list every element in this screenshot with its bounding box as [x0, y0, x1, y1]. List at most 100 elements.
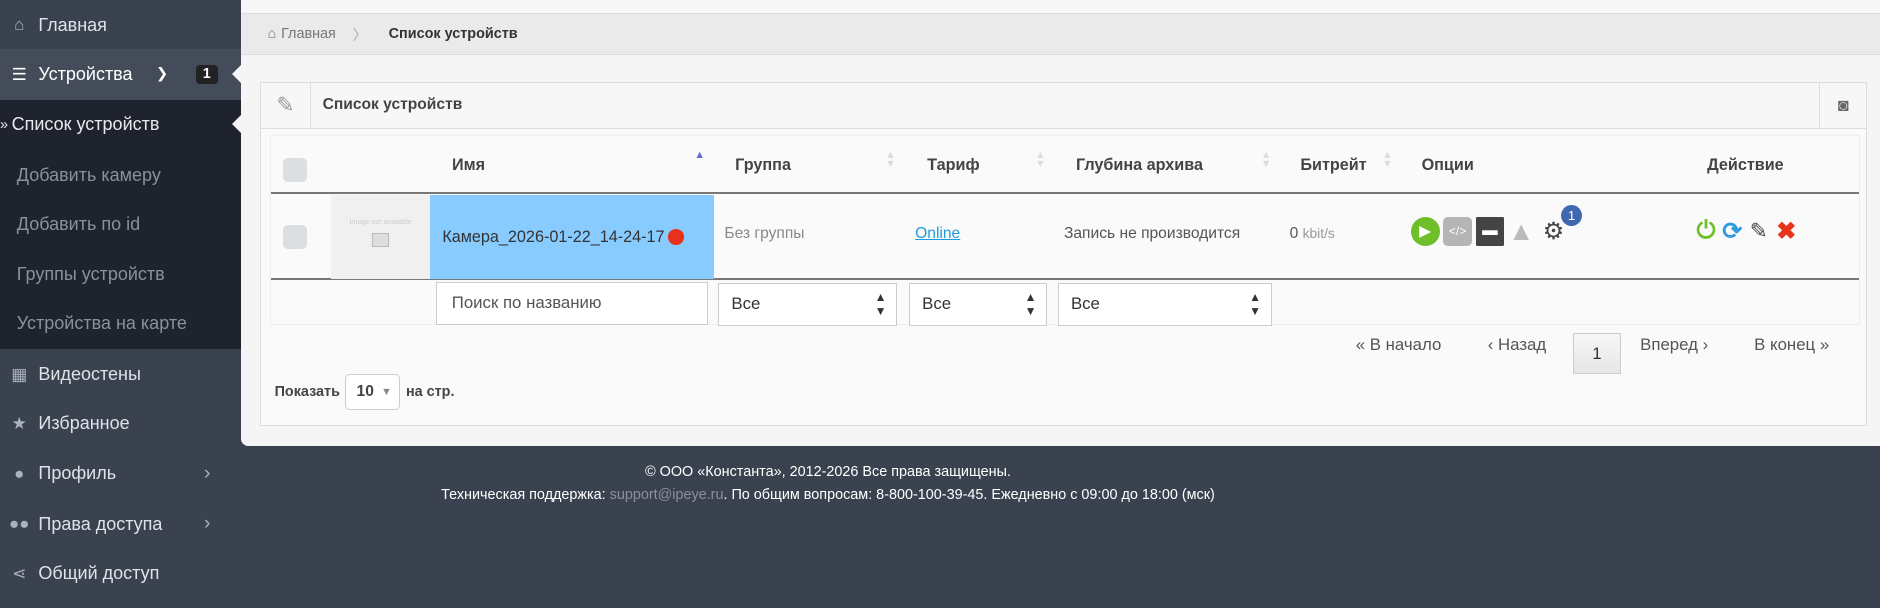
breadcrumb-home[interactable]: Главная	[281, 26, 336, 42]
camera-icon[interactable]: ◙	[1819, 82, 1866, 129]
play-icon[interactable]: ▶	[1410, 216, 1440, 246]
sidebar-item-access-rights[interactable]: ●● Права доступа ›	[0, 499, 241, 549]
pagination-first[interactable]: « В начало	[1356, 335, 1442, 355]
settings-badge: 1	[1560, 204, 1583, 227]
device-list-panel: ✎ Список устройств ◙ Имя ▲ Группа ▲ ▼ Тар…	[260, 81, 1868, 426]
sidebar-item-favorites[interactable]: ★ Избранное	[0, 398, 241, 448]
sidebar-item-sharing[interactable]: ⋖ Общий доступ	[0, 548, 241, 598]
submenu-label: Список устройств	[11, 114, 160, 135]
sort-icon[interactable]: ▲ ▼	[1261, 149, 1272, 170]
chevron-left-icon: ‹	[1487, 334, 1494, 354]
copyright: © ООО «Константа», 2012-2026 Все права з…	[645, 463, 1011, 480]
archive-depth: Запись не производится	[1063, 225, 1241, 243]
sort-icon[interactable]: ▲ ▼	[885, 149, 896, 170]
breadcrumb: ⌂ Главная 〉 Список устройств	[241, 14, 1880, 56]
share-icon: ⋖	[12, 564, 27, 584]
chevron-right-icon: 〉	[352, 27, 368, 44]
warning-icon[interactable]: ▲	[1507, 216, 1536, 246]
tariff-filter-select[interactable]: Все ▲ ▼	[909, 282, 1048, 326]
page-size-select[interactable]: 10 ▼	[344, 374, 400, 411]
pagination-next-label: Вперед	[1640, 334, 1698, 354]
pagination-last[interactable]: В конец »	[1754, 335, 1829, 355]
delete-icon[interactable]: ✖	[1772, 217, 1801, 246]
archive-box-icon[interactable]: ▬	[1475, 216, 1505, 246]
submenu-add-camera[interactable]: Добавить камеру	[0, 150, 241, 200]
pagination-last-label: В конец	[1754, 334, 1816, 354]
devices-count-badge: 1	[195, 65, 218, 84]
users-icon: ●●	[9, 514, 30, 534]
active-notch	[231, 64, 242, 83]
submenu-add-by-id[interactable]: Добавить по id	[0, 199, 241, 249]
tariff-link[interactable]: Online	[915, 225, 960, 243]
table-header: Имя ▲ Группа ▲ ▼ Тариф ▲ ▼ Глубина архива …	[270, 136, 1859, 194]
camera-name-cell[interactable]: Камера_2026-01-22_14-24-17	[430, 195, 714, 280]
pencil-icon: ✎	[261, 82, 311, 129]
support-email-link[interactable]: support@ipeye.ru	[610, 487, 724, 503]
edit-pencil-icon[interactable]: ✎	[1744, 217, 1773, 246]
sidebar-item-label: Общий доступ	[38, 563, 160, 584]
select-all-checkbox[interactable]	[282, 157, 307, 182]
filter-row: Поиск по названию Все ▲ ▼ Все ▲ ▼ Все ▲ ▼	[271, 281, 1859, 326]
sidebar-item-label: Избранное	[38, 413, 130, 434]
embed-code-icon[interactable]: </>	[1443, 216, 1472, 246]
support-label: Техническая поддержка:	[441, 486, 606, 503]
footer: © ООО «Константа», 2012-2026 Все права з…	[0, 461, 1656, 507]
chevron-right-icon: ›	[1702, 334, 1709, 354]
panel-header: ✎ Список устройств ◙	[261, 82, 1867, 130]
pagination-next[interactable]: Вперед ›	[1640, 335, 1708, 355]
column-group[interactable]: Группа	[735, 156, 791, 175]
active-notch	[231, 115, 242, 134]
sidebar-item-home[interactable]: ⌂ Главная	[0, 0, 241, 50]
refresh-icon[interactable]: ⟳	[1718, 217, 1747, 246]
pagination-page-current[interactable]: 1	[1572, 333, 1621, 375]
sidebar-item-devices[interactable]: ☰ Устройства ❯ 1	[0, 49, 242, 100]
list-icon: ☰	[11, 64, 27, 84]
devices-submenu: » Список устройств Добавить камеру Добави…	[0, 99, 242, 350]
submenu-device-list[interactable]: » Список устройств	[0, 100, 242, 150]
camera-name: Камера_2026-01-22_14-24-17	[442, 227, 665, 246]
select-arrows-icon: ▲ ▼	[874, 290, 887, 319]
archive-filter-select[interactable]: Все ▲ ▼	[1057, 282, 1272, 326]
contacts-text: . По общим вопросам: 8-800-100-39-45. Еж…	[723, 486, 1215, 503]
panel-title: Список устройств	[322, 96, 463, 114]
home-icon: ⌂	[267, 26, 277, 43]
sort-asc-icon[interactable]: ▲	[694, 149, 705, 161]
camera-thumbnail[interactable]: Image not available	[330, 195, 431, 280]
pagination-prev[interactable]: ‹ Назад	[1488, 335, 1546, 355]
chevron-right-icon: ›	[204, 513, 211, 535]
column-tariff[interactable]: Тариф	[927, 156, 980, 175]
power-icon[interactable]: ⏻	[1692, 217, 1721, 246]
thumbnail-placeholder-text: Image not available	[349, 216, 412, 226]
double-chevron-left-icon: «	[1355, 334, 1366, 354]
select-arrows-icon: ▲ ▼	[1024, 290, 1037, 319]
group-filter-select[interactable]: Все ▲ ▼	[718, 282, 898, 326]
star-icon: ★	[11, 414, 27, 434]
sort-icon[interactable]: ▲ ▼	[1382, 149, 1393, 170]
chevron-down-icon: ❯	[156, 66, 169, 83]
support-info: Техническая поддержка: support@ipeye.ru.…	[0, 484, 1656, 507]
double-chevron-right-icon: »	[1819, 334, 1830, 354]
table-row: Image not available Камера_2026-01-22_14…	[270, 195, 1859, 281]
sidebar-item-videowalls[interactable]: ▦ Видеостены	[0, 349, 241, 399]
sort-icon[interactable]: ▲ ▼	[1035, 149, 1046, 170]
row-checkbox[interactable]	[282, 225, 307, 250]
column-options: Опции	[1421, 155, 1474, 174]
submenu-device-groups[interactable]: Группы устройств	[0, 250, 241, 300]
sidebar-item-label: Устройства	[38, 63, 133, 84]
home-icon: ⌂	[14, 15, 25, 35]
sidebar-item-label: Видеостены	[38, 363, 141, 384]
select-value: Все	[731, 294, 761, 314]
page-size-value: 10	[356, 383, 374, 401]
main-content: ⌂ Главная 〉 Список устройств ✎ Список ус…	[241, 0, 1880, 447]
submenu-devices-map[interactable]: Устройства на карте	[0, 299, 241, 349]
column-archive-depth[interactable]: Глубина архива	[1076, 156, 1203, 175]
image-icon	[372, 232, 389, 248]
bitrate-value: 0	[1289, 225, 1299, 243]
sidebar-item-label: Главная	[38, 14, 107, 35]
column-bitrate[interactable]: Битрейт	[1300, 156, 1366, 175]
caret-down-icon: ▼	[381, 386, 392, 399]
select-arrows-icon: ▲ ▼	[1249, 290, 1261, 319]
name-search-input[interactable]: Поиск по названию	[436, 281, 708, 325]
column-name[interactable]: Имя	[452, 156, 485, 175]
bitrate-unit: kbit/s	[1302, 226, 1335, 242]
